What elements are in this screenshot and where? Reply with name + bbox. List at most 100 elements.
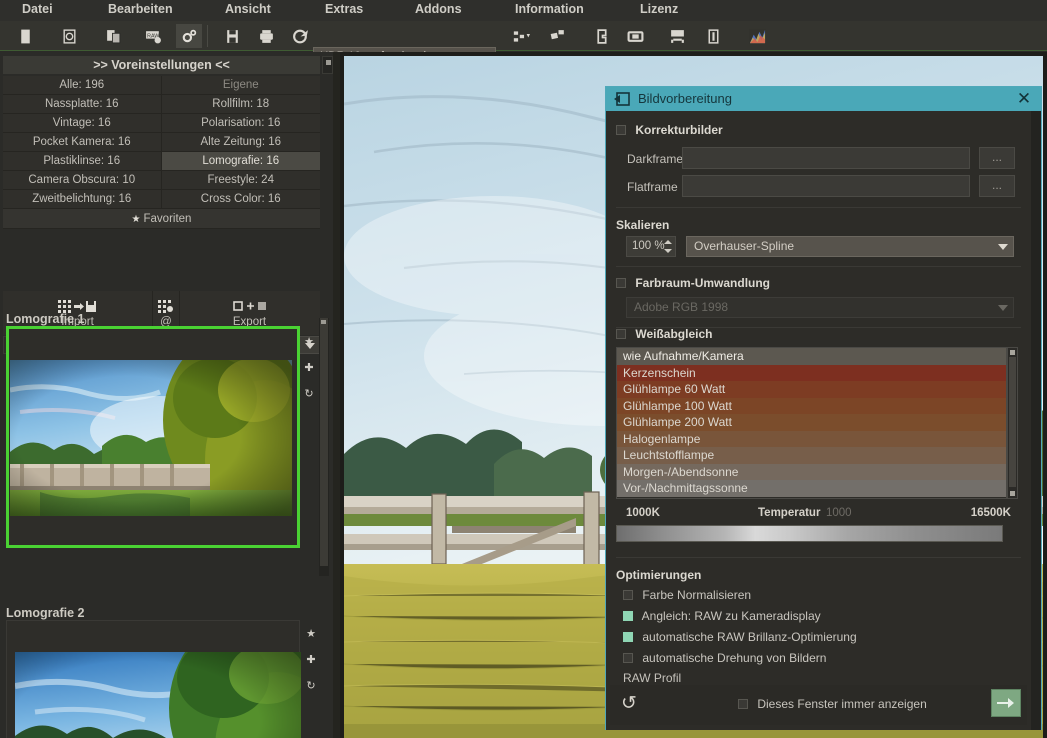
preset-cell-cross-color[interactable]: Cross Color: 16 [161,190,320,209]
stepper-up-icon[interactable] [664,240,672,244]
whitebalance-checkbox[interactable] [616,329,626,339]
workflow-nodes-button[interactable] [508,24,534,48]
whitebalance-listbox[interactable]: wie Aufnahme/Kamera Kerzenschein Glühlam… [616,347,1007,499]
favorites-button[interactable]: ★ Favoriten [3,209,320,229]
preset-cell-camera-obscura[interactable]: Camera Obscura: 10 [3,171,162,190]
confirm-button[interactable] [991,689,1021,717]
add-icon[interactable]: ✚ [306,653,315,666]
menu-item-ansicht[interactable]: Ansicht [225,2,271,16]
list-item[interactable]: Leuchtstofflampe [617,447,1006,464]
stepper-down-icon[interactable] [664,249,672,253]
thumbnail-label-1: Lomografie 1 [6,312,85,326]
dialog-scrollbar[interactable] [1031,111,1041,730]
always-show-row[interactable]: Dieses Fenster immer anzeigen [738,697,927,711]
darkframe-input[interactable] [682,147,970,169]
histogram-button[interactable] [744,24,770,48]
preset-cell-alte-zeitung[interactable]: Alte Zeitung: 16 [161,133,320,152]
list-item[interactable]: Glühlampe 100 Watt [617,397,1006,414]
opt-farbe-normalisieren-checkbox[interactable] [623,590,633,600]
raw-convert-button[interactable]: RAW [140,24,166,48]
scrollbar-thumb[interactable] [1009,357,1016,487]
list-item[interactable]: Glühlampe 60 Watt [617,381,1006,398]
menu-item-lizenz[interactable]: Lizenz [640,2,678,16]
colorspace-value: Adobe RGB 1998 [634,300,729,314]
scale-method-dropdown[interactable]: Overhauser-Spline [686,236,1014,257]
preset-cell-alle[interactable]: Alle: 196 [3,76,162,95]
preset-cell-eigene[interactable]: Eigene [161,76,320,95]
scrollbar-thumb[interactable] [320,318,328,566]
close-icon[interactable]: ✕ [1013,89,1035,109]
scale-percent-stepper[interactable]: 100 % [626,236,676,257]
edit-node-button[interactable] [545,24,571,48]
opt-auto-drehung[interactable]: automatische Drehung von Bildern [623,652,1028,673]
preset-cell-vintage[interactable]: Vintage: 16 [3,114,162,133]
flatframe-input[interactable] [682,175,970,197]
open-image-button[interactable] [56,24,82,48]
scroll-down-nub[interactable] [1010,491,1015,496]
favorite-star-icon[interactable]: ★ [306,627,316,640]
menu-item-bearbeiten[interactable]: Bearbeiten [108,2,173,16]
correction-section-header[interactable]: Korrekturbilder [616,123,1021,137]
list-item[interactable]: Vor-/Nachmittagssonne [617,480,1006,497]
opt-farbe-normalisieren[interactable]: Farbe Normalisieren [623,589,1028,610]
list-item[interactable]: Halogenlampe [617,430,1006,447]
preset-cell-rollfilm[interactable]: Rollfilm: 18 [161,95,320,114]
preset-cell-polarisation[interactable]: Polarisation: 16 [161,114,320,133]
preset-cell-pocket-kamera[interactable]: Pocket Kamera: 16 [3,133,162,152]
page-title: >> Voreinstellungen << [3,56,320,74]
menu-item-information[interactable]: Information [515,2,584,16]
preset-cell-nassplatte[interactable]: Nassplatte: 16 [3,95,162,114]
preset-cell-freestyle[interactable]: Freestyle: 24 [161,171,320,190]
correction-checkbox[interactable] [616,125,626,135]
opt-raw-brillanz[interactable]: automatische RAW Brillanz-Optimierung [623,631,1028,652]
preset-cell-plastiklinse[interactable]: Plastiklinse: 16 [3,152,162,171]
refresh-icon[interactable]: ↻ [306,679,315,692]
print-button[interactable] [253,24,279,48]
menu-item-addons[interactable]: Addons [415,2,462,16]
thumbnail-card-1[interactable]: ★ ✚ ↻ [6,326,314,548]
darkframe-browse-button[interactable]: ... [979,147,1015,169]
refresh-icon[interactable]: ↻ [304,387,313,400]
frame-icon [627,30,643,42]
frame-button[interactable] [622,24,648,48]
scroll-up-nub[interactable] [1010,350,1015,355]
opt-angleich-raw[interactable]: Angleich: RAW zu Kameradisplay [623,610,1028,631]
favorite-star-icon[interactable]: ★ [304,335,314,348]
film-strip-button[interactable] [700,24,726,48]
settings-gear-button[interactable] [176,24,202,48]
save-button[interactable] [219,24,245,48]
optimizations-header: Optimierungen [616,568,702,582]
panorama-button[interactable] [664,24,690,48]
flatframe-browse-button[interactable]: ... [979,175,1015,197]
chevron-down-icon [998,244,1008,250]
opt-raw-brillanz-checkbox[interactable] [623,632,633,642]
preset-cell-zweitbelichtung[interactable]: Zweitbelichtung: 16 [3,190,162,209]
list-item[interactable]: Kerzenschein [617,364,1006,381]
book-button[interactable] [589,24,615,48]
thumbnail-scrollbar[interactable] [319,318,329,576]
opt-angleich-raw-checkbox[interactable] [623,611,633,621]
panel-scrollbar[interactable] [322,56,333,74]
temperature-slider[interactable] [616,525,1003,542]
opt-auto-drehung-checkbox[interactable] [623,653,633,663]
colorspace-checkbox[interactable] [616,278,626,288]
add-icon[interactable]: ✚ [304,361,313,374]
always-show-checkbox[interactable] [738,699,748,709]
list-item[interactable]: wie Aufnahme/Kamera [617,348,1006,365]
menu-item-datei[interactable]: Datei [22,2,53,16]
undo-button[interactable]: ↺ [614,689,644,719]
new-document-button[interactable] [12,24,38,48]
list-item[interactable]: Glühlampe 200 Watt [617,414,1006,431]
colorspace-section-header[interactable]: Farbraum-Umwandlung [616,276,1021,290]
share-export-button[interactable] [287,24,313,48]
menu-item-extras[interactable]: Extras [325,2,363,16]
list-item[interactable]: Morgen-/Abendsonne [617,463,1006,480]
bildvorbereitung-dialog[interactable]: Bildvorbereitung ✕ Korrekturbilder Darkf… [605,86,1042,730]
preset-row: Nassplatte: 16 Rollfilm: 18 [3,95,320,114]
preset-cell-lomografie[interactable]: Lomografie: 16 [161,152,320,171]
colorspace-dropdown[interactable]: Adobe RGB 1998 [626,297,1014,318]
batch-copy-button[interactable] [100,24,126,48]
thumbnail-card-2[interactable]: ★ ✚ ↻ [6,620,316,738]
whitebalance-section-header[interactable]: Weißabgleich [616,327,1021,341]
whitebalance-scrollbar[interactable] [1007,347,1018,499]
